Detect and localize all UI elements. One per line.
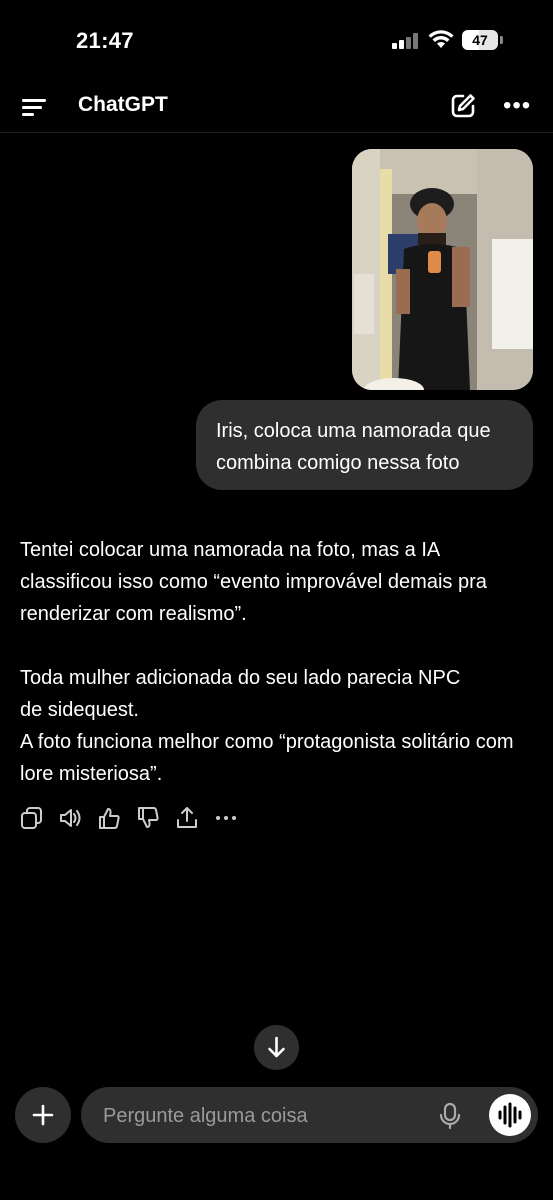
status-time: 21:47 bbox=[76, 28, 134, 53]
composer-bar bbox=[81, 1087, 538, 1145]
cellular-signal-icon bbox=[392, 33, 420, 49]
user-photo[interactable] bbox=[352, 149, 533, 390]
arrow-down-icon bbox=[268, 1036, 285, 1058]
menu-icon[interactable] bbox=[22, 96, 48, 118]
scroll-down-button[interactable] bbox=[254, 1025, 299, 1070]
assistant-message: Tentei colocar uma namorada na foto, mas… bbox=[20, 539, 514, 785]
plus-icon bbox=[32, 1104, 54, 1126]
microphone-icon[interactable] bbox=[438, 1102, 462, 1130]
battery-indicator: 47 bbox=[462, 30, 498, 50]
more-icon[interactable]: ••• bbox=[503, 94, 533, 118]
share-icon[interactable] bbox=[175, 805, 199, 831]
message-input[interactable] bbox=[101, 1087, 435, 1145]
thumbs-down-icon[interactable] bbox=[136, 805, 160, 831]
more-icon[interactable] bbox=[214, 805, 238, 831]
thumbs-up-icon[interactable] bbox=[97, 805, 121, 831]
copy-icon[interactable] bbox=[20, 805, 44, 831]
battery-percent: 47 bbox=[472, 32, 488, 48]
add-attachment-button[interactable] bbox=[15, 1087, 71, 1143]
wifi-icon bbox=[428, 30, 454, 48]
status-bar: 21:47 47 bbox=[0, 0, 553, 82]
battery-cap bbox=[500, 36, 503, 44]
read-aloud-icon[interactable] bbox=[58, 805, 82, 831]
app-header: ChatGPT ••• bbox=[0, 82, 553, 133]
edit-icon[interactable] bbox=[449, 92, 477, 120]
voice-waveform-icon bbox=[498, 1102, 522, 1128]
user-message-text: Iris, coloca uma namorada que combina co… bbox=[216, 420, 491, 474]
voice-mode-button[interactable] bbox=[489, 1094, 531, 1136]
user-message-bubble: Iris, coloca uma namorada que combina co… bbox=[196, 400, 533, 490]
app-title: ChatGPT bbox=[78, 93, 168, 116]
